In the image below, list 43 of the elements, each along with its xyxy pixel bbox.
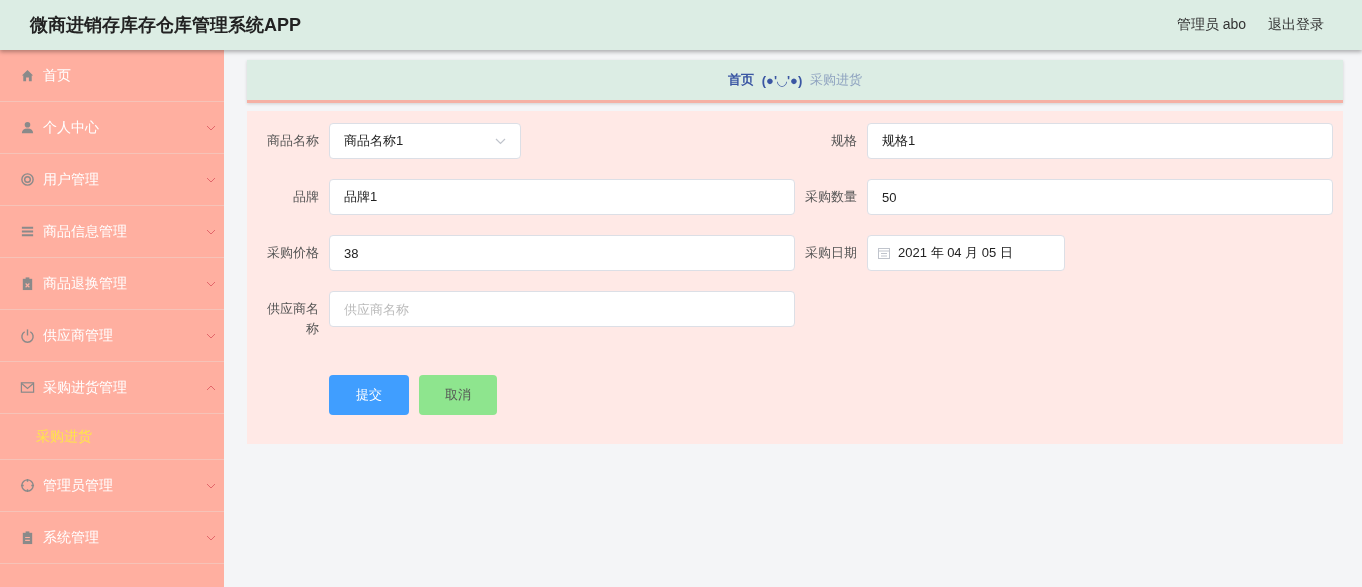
sidebar-item[interactable]: 首页 [0,50,224,102]
sidebar-item[interactable]: 管理员管理 [0,460,224,512]
clipboard-icon [20,530,35,545]
user-label: 管理员 abo [1176,16,1246,34]
breadcrumb-separator: (●'◡'●) [761,72,803,88]
sidebar-item[interactable]: 商品信息管理 [0,206,224,258]
sidebar-item[interactable]: 个人中心 [0,102,224,154]
input-field[interactable]: 品牌1 [329,179,795,215]
ring-icon [20,172,35,187]
home-icon [20,68,35,83]
field-label: 供应商名称 [266,300,319,338]
sidebar-item[interactable]: 商品退换管理 [0,258,224,310]
date-field[interactable]: 2021 年 04 月 05 日 [867,235,1065,271]
field-label: 商品名称 [266,132,319,150]
input-field[interactable]: 38 [329,235,795,271]
input-field[interactable]: 50 [867,179,1333,215]
field-label: 品牌 [292,188,319,206]
chevron-icon [495,137,506,145]
crosshair-icon [20,478,35,493]
input-field[interactable]: 规格1 [867,123,1333,159]
select-field[interactable]: 商品名称1 [329,123,521,159]
field-label: 采购数量 [804,188,857,206]
app-title: 微商进销存库存仓库管理系统APP [30,14,302,37]
field-label: 采购日期 [804,244,857,262]
person-icon [20,120,35,135]
sidebar-item[interactable]: 用户管理 [0,154,224,206]
sidebar-item[interactable]: 采购进货管理 [0,362,224,414]
field-label: 规格 [830,132,857,150]
field-label: 采购价格 [266,244,319,262]
power-icon [20,328,35,343]
logout-link[interactable]: 退出登录 [1268,16,1324,34]
breadcrumb-current: 采购进货 [810,71,863,89]
calendar-icon [878,247,890,259]
submenu-item[interactable]: 采购进货 [36,427,92,446]
breadcrumb-link[interactable]: 首页 [727,71,754,89]
clipboard-icon [20,276,35,291]
sidebar-item[interactable]: 供应商管理 [0,310,224,362]
list-icon [20,224,35,239]
sidebar-item[interactable]: 系统管理 [0,512,224,564]
input-field[interactable]: 供应商名称 [329,291,795,327]
mail-icon [20,380,35,395]
cancel-button[interactable]: 取消 [419,375,497,415]
submit-button[interactable]: 提交 [329,375,409,415]
